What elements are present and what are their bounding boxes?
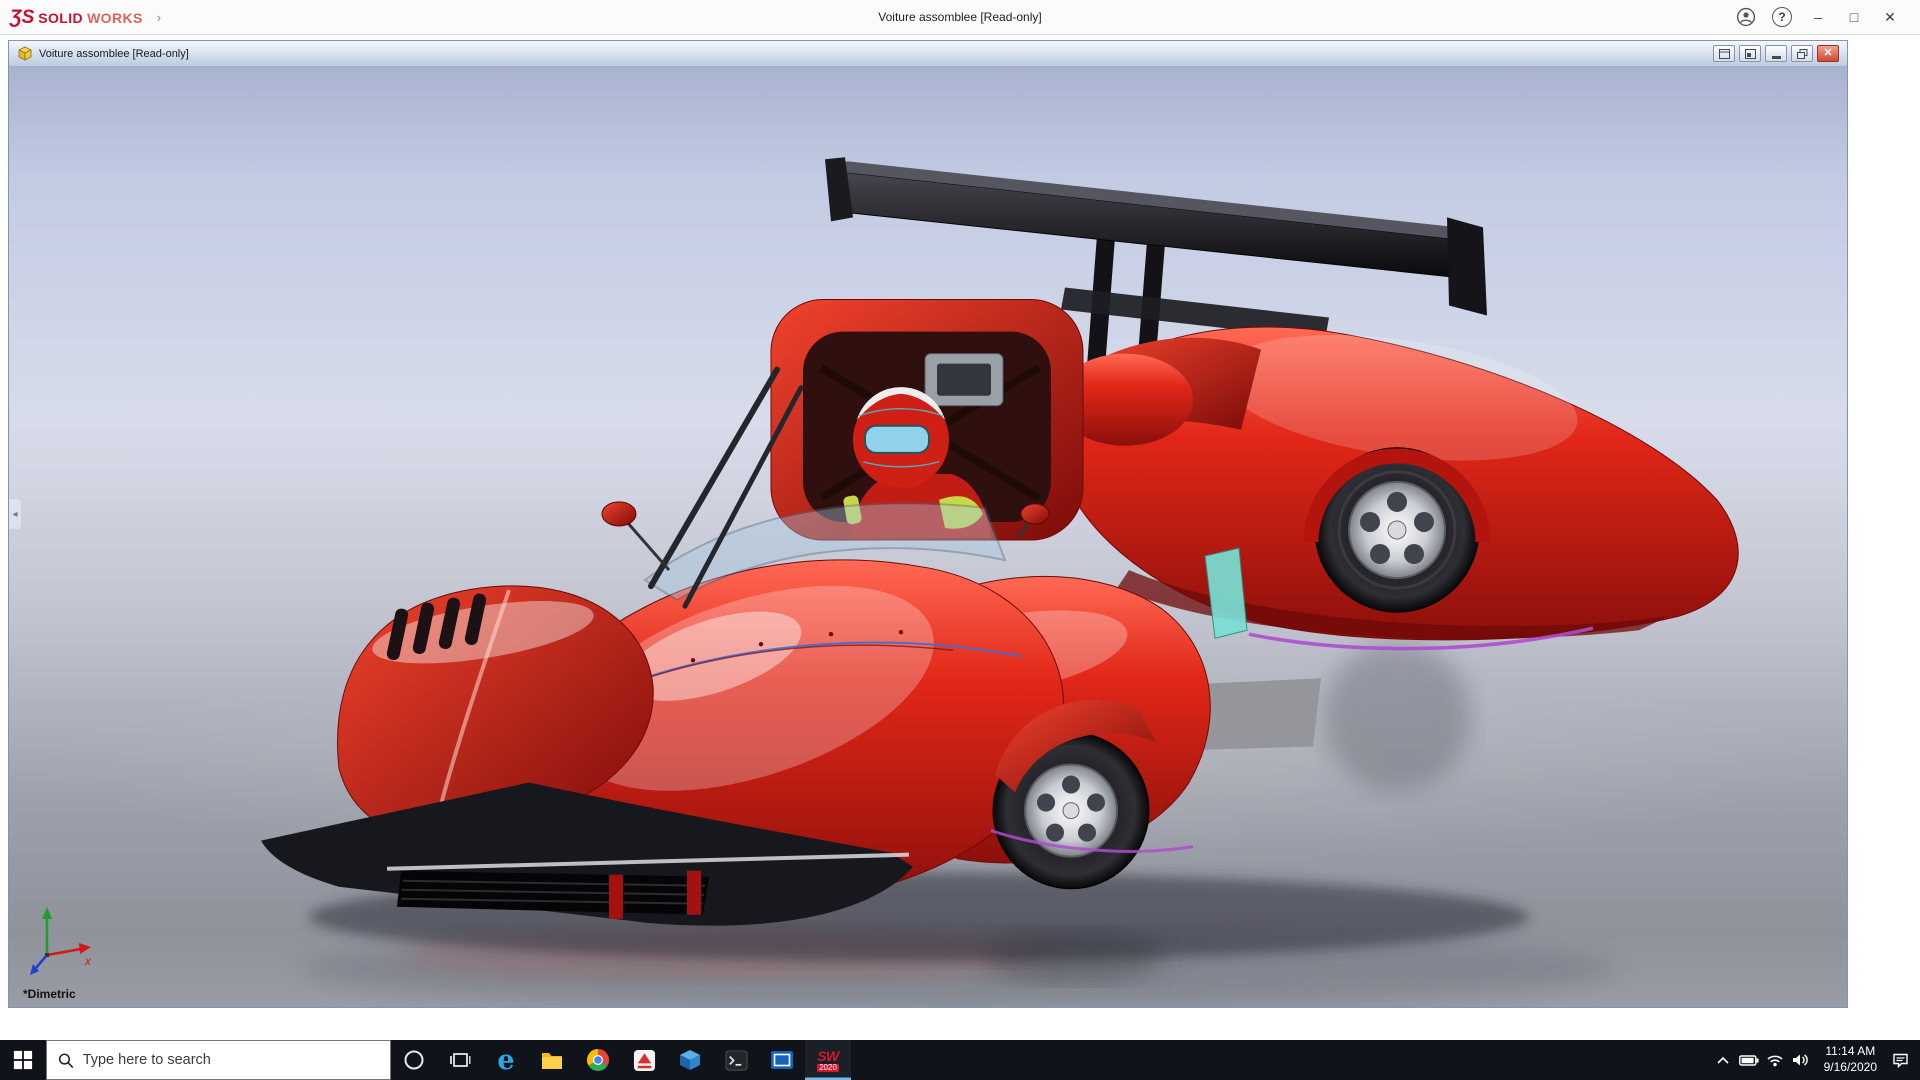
doc-restore-button[interactable]	[1791, 45, 1813, 62]
cube-app-icon	[680, 1050, 700, 1070]
windows-logo-icon	[13, 1050, 33, 1070]
minimize-button[interactable]: –	[1802, 4, 1834, 30]
cortana-button[interactable]	[391, 1040, 437, 1080]
cube-app-button[interactable]	[667, 1040, 713, 1080]
document-title: Voiture assomblee [Read-only]	[39, 47, 189, 60]
edge-button[interactable]: e	[483, 1040, 529, 1080]
graphics-viewport[interactable]: x *Dimetric ◂	[9, 67, 1847, 1007]
red-app-icon	[633, 1049, 655, 1071]
cortana-icon	[404, 1050, 424, 1070]
document-titlebar[interactable]: Voiture assomblee [Read-only] ✕	[9, 41, 1847, 67]
media-app-button[interactable]	[759, 1040, 805, 1080]
account-icon[interactable]	[1730, 4, 1762, 30]
chrome-button[interactable]	[575, 1040, 621, 1080]
screen: ƷS SOLID WORKS › Voiture assomblee [Read-…	[0, 0, 1920, 1080]
task-view-icon	[450, 1053, 471, 1067]
battery-icon[interactable]	[1736, 1040, 1762, 1080]
red-app-button[interactable]	[621, 1040, 667, 1080]
view-orientation-label: *Dimetric	[23, 987, 76, 1001]
doc-close-button[interactable]: ✕	[1817, 45, 1839, 62]
maximize-button[interactable]: □	[1838, 4, 1870, 30]
menu-expand-arrow[interactable]: ›	[157, 10, 161, 25]
triad-x-label: x	[84, 954, 92, 968]
window-controls: ? – □ ✕	[1730, 4, 1920, 30]
3d-race-car-model	[261, 157, 1739, 1007]
app-titlebar: ƷS SOLID WORKS › Voiture assomblee [Read-…	[0, 0, 1920, 35]
window-layout-button[interactable]	[1713, 45, 1735, 62]
solidworks-logo: ƷS SOLID WORKS ›	[0, 8, 161, 27]
action-center-icon[interactable]	[1887, 1040, 1913, 1080]
dassault-mark: ƷS	[10, 6, 35, 28]
file-explorer-button[interactable]	[529, 1040, 575, 1080]
task-view-button[interactable]	[437, 1040, 483, 1080]
terminal-icon	[724, 1049, 748, 1071]
assembly-icon	[18, 46, 32, 61]
window-preview-button[interactable]	[1739, 45, 1761, 62]
windows-taskbar: e SW 2020	[0, 1040, 1920, 1080]
solidworks-app-icon: SW 2020	[817, 1047, 839, 1072]
system-tray: 11:14 AM 9/16/2020	[1710, 1040, 1920, 1080]
network-icon[interactable]	[1762, 1040, 1788, 1080]
terminal-app-button[interactable]	[713, 1040, 759, 1080]
brand-solid: SOLID	[38, 9, 84, 26]
close-button[interactable]: ✕	[1874, 4, 1906, 30]
minimize-icon	[1771, 56, 1781, 59]
tray-chevron-icon[interactable]	[1710, 1040, 1736, 1080]
clock-time: 11:14 AM	[1825, 1044, 1876, 1059]
file-explorer-icon	[542, 1053, 562, 1069]
start-button[interactable]	[0, 1040, 46, 1080]
help-icon[interactable]: ?	[1772, 7, 1792, 27]
solidworks-2020-button[interactable]: SW 2020	[805, 1040, 851, 1080]
brand-works: WORKS	[87, 9, 143, 26]
app-body: Voiture assomblee [Read-only] ✕ x *Dimet…	[0, 35, 1920, 1040]
document-window-buttons: ✕	[1713, 45, 1839, 62]
orientation-triad[interactable]: x	[25, 903, 99, 981]
search-input[interactable]	[82, 1052, 379, 1068]
chrome-icon	[586, 1049, 610, 1072]
clock-date: 9/16/2020	[1823, 1060, 1877, 1074]
edge-icon: e	[497, 1044, 515, 1076]
volume-icon[interactable]	[1788, 1040, 1814, 1080]
taskbar-clock[interactable]: 11:14 AM 9/16/2020	[1814, 1044, 1887, 1075]
doc-minimize-button[interactable]	[1765, 45, 1787, 62]
media-app-icon	[771, 1051, 793, 1069]
taskbar-search[interactable]	[46, 1040, 391, 1080]
window-title: Voiture assomblee [Read-only]	[878, 10, 1042, 24]
search-icon	[58, 1053, 74, 1068]
document-window: Voiture assomblee [Read-only] ✕ x *Dimet…	[8, 40, 1848, 1008]
featuremanager-flyout-arrow[interactable]: ◂	[9, 499, 21, 530]
